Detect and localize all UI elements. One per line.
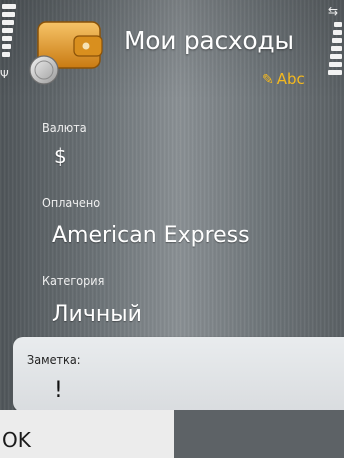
signal-strength-icon bbox=[2, 4, 20, 70]
currency-label: Валюта bbox=[42, 120, 87, 135]
input-mode-indicator: ✎ Abc bbox=[262, 70, 305, 88]
sync-icon: ⇆ bbox=[327, 4, 338, 18]
note-label: Заметка: bbox=[27, 352, 81, 367]
paid-by-label: Оплачено bbox=[42, 195, 101, 210]
category-label: Категория bbox=[42, 273, 105, 288]
app-screen: Ψ ⇆ Мои расходы ✎ Abc Валюта $ Оплачено … bbox=[0, 0, 344, 458]
wallet-app-icon bbox=[29, 21, 103, 85]
softkey-right-area bbox=[174, 410, 344, 458]
pen-icon: ✎ bbox=[262, 72, 274, 88]
currency-value[interactable]: $ bbox=[54, 144, 67, 168]
antenna-icon: Ψ bbox=[0, 68, 9, 81]
battery-icon bbox=[326, 22, 342, 92]
note-input[interactable]: ! bbox=[54, 378, 63, 403]
paid-by-value[interactable]: American Express bbox=[52, 223, 250, 248]
app-title: Мои расходы bbox=[124, 26, 294, 55]
category-value[interactable]: Личный bbox=[52, 302, 142, 327]
left-softkey-ok[interactable]: OK bbox=[2, 428, 31, 452]
input-mode-label: Abc bbox=[276, 70, 305, 88]
